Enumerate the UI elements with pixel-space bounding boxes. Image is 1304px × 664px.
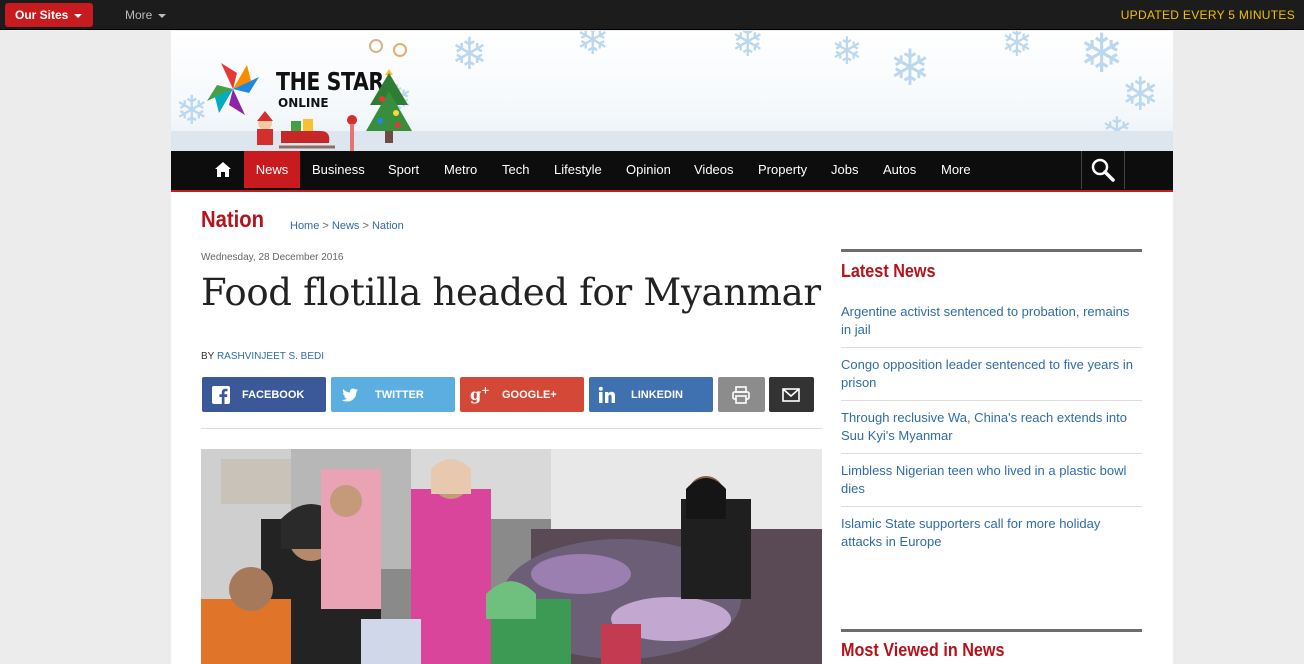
home-icon[interactable] xyxy=(215,162,231,177)
nav-item-sport[interactable]: Sport xyxy=(388,151,419,188)
breadcrumb-nation[interactable]: Nation xyxy=(372,220,404,232)
article-date: Wednesday, 28 December 2016 xyxy=(201,252,344,263)
latest-news-rule xyxy=(841,249,1142,252)
googleplus-label: GOOGLE+ xyxy=(502,389,557,401)
envelope-icon xyxy=(782,388,800,402)
byline: BY RASHVINJEET S. BEDI xyxy=(201,351,324,362)
linkedin-label: LINKEDIN xyxy=(631,389,683,401)
divider xyxy=(201,428,822,429)
facebook-share-button[interactable]: FACEBOOK xyxy=(202,377,326,412)
twitter-icon xyxy=(342,388,358,402)
snowflake-icon: ❄ xyxy=(831,31,863,73)
nav-item-property[interactable]: Property xyxy=(758,151,807,188)
breadcrumb-home[interactable]: Home xyxy=(290,220,319,232)
logo-subtitle: ONLINE xyxy=(278,96,329,110)
linkedin-icon xyxy=(598,386,615,403)
breadcrumb-news[interactable]: News xyxy=(332,220,360,232)
nav-item-tech[interactable]: Tech xyxy=(502,151,529,188)
snowflake-icon: ❄ xyxy=(889,40,931,96)
nav-item-autos[interactable]: Autos xyxy=(883,151,916,188)
nav-item-jobs[interactable]: Jobs xyxy=(831,151,858,188)
byline-prefix: BY xyxy=(201,351,215,362)
nav-item-opinion[interactable]: Opinion xyxy=(626,151,671,188)
snowflake-icon: ❄ xyxy=(451,31,488,79)
section-title: Nation xyxy=(201,206,264,232)
latest-news-item[interactable]: Argentine activist sentenced to probatio… xyxy=(841,303,1142,348)
latest-news-item[interactable]: Through reclusive Wa, China's reach exte… xyxy=(841,409,1142,454)
main-nav: News Business Sport Metro Tech Lifestyle… xyxy=(171,151,1173,192)
breadcrumb-separator: > xyxy=(322,220,329,232)
article-photo xyxy=(201,449,822,664)
latest-news-item[interactable]: Congo opposition leader sentenced to fiv… xyxy=(841,356,1142,401)
facebook-label: FACEBOOK xyxy=(242,389,305,401)
ornament-icon xyxy=(369,39,383,53)
snowflake-icon: ❄ xyxy=(731,31,765,65)
chevron-down-icon xyxy=(74,13,83,18)
more-label: More xyxy=(125,8,153,22)
article-headline: Food flotilla headed for Myanmar xyxy=(201,271,821,314)
nav-item-metro[interactable]: Metro xyxy=(444,151,477,188)
twitter-share-button[interactable]: TWITTER xyxy=(331,377,455,412)
search-button[interactable] xyxy=(1081,151,1125,189)
more-dropdown[interactable]: More xyxy=(125,8,167,22)
snowflake-icon: ❄ xyxy=(1001,31,1033,65)
our-sites-dropdown[interactable]: Our Sites xyxy=(5,3,93,27)
latest-news-title: Latest News xyxy=(841,261,936,281)
page-container: ❄ ❄ ❄ ❄ ❄ ❄ ❄ ❄ ❄ ❄ ❄ THE STAR ONLINE xyxy=(171,31,1173,664)
nav-item-lifestyle[interactable]: Lifestyle xyxy=(554,151,602,188)
nav-item-videos[interactable]: Videos xyxy=(694,151,734,188)
most-viewed-title: Most Viewed in News xyxy=(841,640,1005,660)
chevron-down-icon xyxy=(158,13,167,18)
nav-item-news[interactable]: News xyxy=(244,151,300,188)
breadcrumb-separator: > xyxy=(362,220,369,232)
email-button[interactable] xyxy=(769,377,814,412)
linkedin-share-button[interactable]: LINKEDIN xyxy=(589,377,713,412)
nav-item-more[interactable]: More xyxy=(941,151,971,188)
google-plus-icon: g+ xyxy=(470,385,490,404)
breadcrumb: Home > News > Nation xyxy=(290,220,404,232)
article-photo-image xyxy=(201,449,822,664)
twitter-label: TWITTER xyxy=(375,389,424,401)
santa-sleigh-icon xyxy=(257,111,335,149)
update-notice: UPDATED EVERY 5 MINUTES xyxy=(1120,8,1295,22)
snowflake-icon: ❄ xyxy=(576,31,610,63)
latest-news-item[interactable]: Limbless Nigerian teen who lived in a pl… xyxy=(841,462,1142,507)
site-banner: ❄ ❄ ❄ ❄ ❄ ❄ ❄ ❄ ❄ ❄ ❄ THE STAR ONLINE xyxy=(171,31,1173,151)
most-viewed-rule xyxy=(841,629,1142,632)
christmas-tree-icon xyxy=(366,69,412,143)
latest-news-item[interactable]: Islamic State supporters call for more h… xyxy=(841,515,1142,559)
googleplus-share-button[interactable]: g+ GOOGLE+ xyxy=(460,377,584,412)
author-link[interactable]: RASHVINJEET S. BEDI xyxy=(217,351,324,362)
snowflake-icon: ❄ xyxy=(1079,31,1125,84)
north-pole-icon xyxy=(347,115,357,151)
printer-icon xyxy=(732,386,750,404)
pinwheel-logo-icon xyxy=(207,63,259,115)
our-sites-label: Our Sites xyxy=(15,8,69,22)
facebook-icon xyxy=(212,386,230,404)
ornament-icon xyxy=(393,43,407,57)
nav-item-business[interactable]: Business xyxy=(312,151,365,188)
search-icon xyxy=(1091,158,1115,182)
top-bar: Our Sites More UPDATED EVERY 5 MINUTES xyxy=(0,0,1304,30)
print-button[interactable] xyxy=(718,377,765,412)
